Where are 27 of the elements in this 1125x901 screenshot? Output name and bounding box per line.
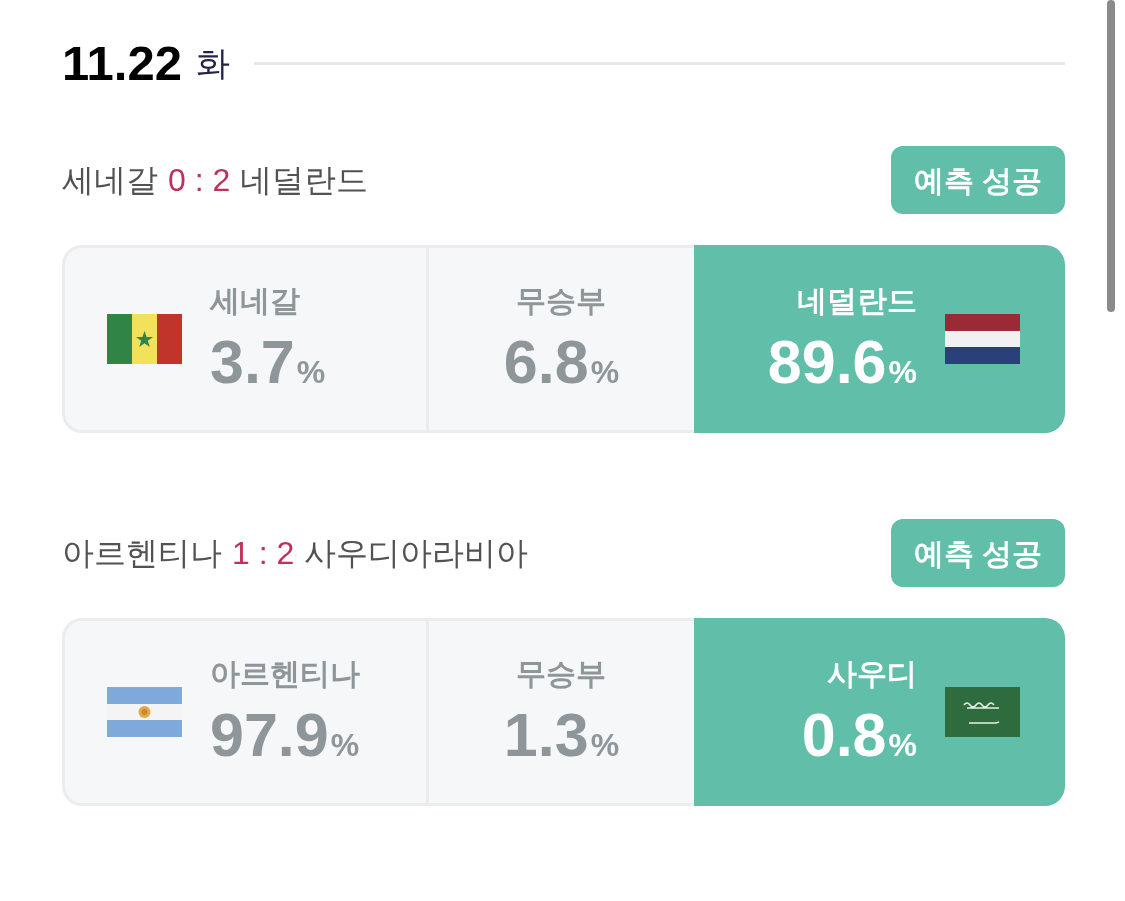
match-score: 0 : 2 <box>168 161 231 200</box>
team-name: 세네갈 <box>210 283 300 319</box>
percentage: 89.6% <box>767 331 917 398</box>
team-name: 사우디 <box>827 656 917 692</box>
weekday: 화 <box>195 43 230 84</box>
senegal-flag-icon <box>107 314 182 364</box>
team-name: 네덜란드 <box>797 283 917 319</box>
team-name: 네덜란드 <box>240 161 369 200</box>
argentina-flag-icon <box>107 687 182 737</box>
team-name: 아르헨티나 <box>62 534 222 573</box>
result-badge: 예측 성공 <box>891 519 1065 587</box>
percentage: 97.9% <box>210 704 360 771</box>
match-score: 1 : 2 <box>232 534 295 573</box>
outcome-label: 무승부 <box>516 656 607 692</box>
percentage: 0.8% <box>801 704 917 771</box>
percentage: 3.7% <box>210 331 326 398</box>
percentage: 1.3% <box>503 704 620 771</box>
outcome-label: 무승부 <box>516 283 607 319</box>
result-badge: 예측 성공 <box>891 146 1065 214</box>
saudi-flag-icon <box>945 687 1020 737</box>
netherlands-flag-icon <box>945 314 1020 364</box>
team-name: 사우디아라비아 <box>304 534 529 573</box>
team-name: 아르헨티나 <box>210 656 360 692</box>
date: 11.22 <box>62 38 182 88</box>
percentage: 6.8% <box>503 331 620 398</box>
scrollbar-thumb[interactable] <box>1107 0 1115 312</box>
team-name: 세네갈 <box>62 161 158 200</box>
